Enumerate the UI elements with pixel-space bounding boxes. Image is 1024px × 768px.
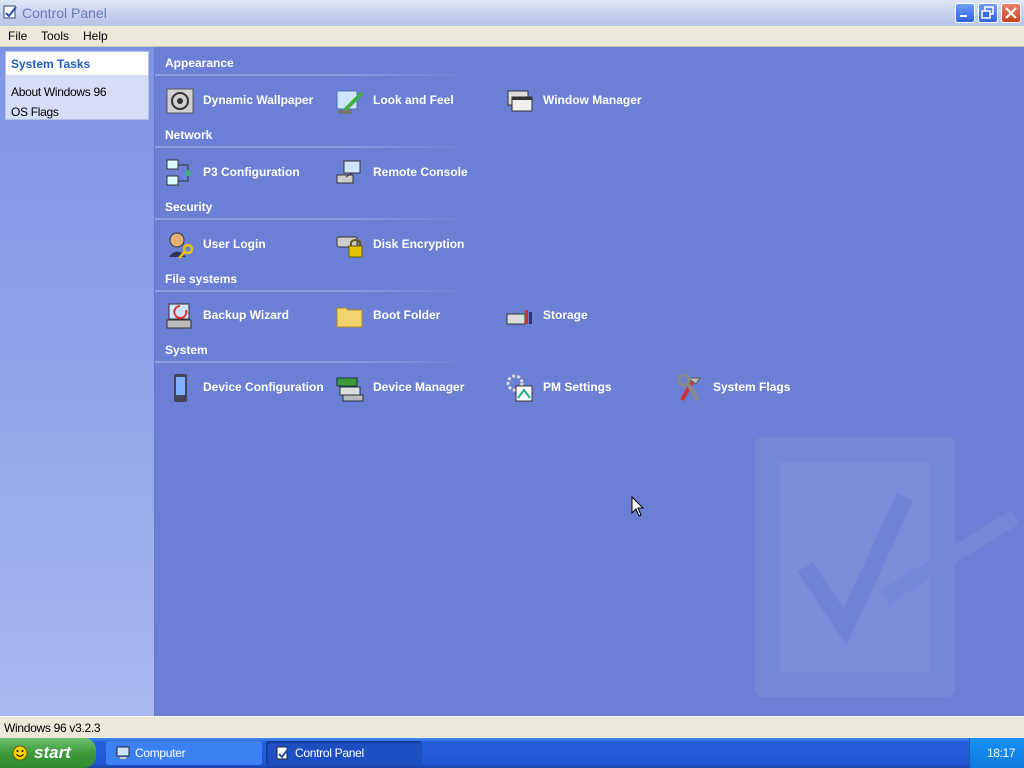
control-panel-icon: [3, 5, 17, 19]
item-label: Dynamic Wallpaper: [203, 93, 314, 107]
menu-file[interactable]: File: [8, 29, 27, 43]
item-label: PM Settings: [543, 380, 612, 394]
section-divider: [155, 290, 470, 292]
taskbar-button-label: Control Panel: [295, 746, 364, 760]
window-title: Control Panel: [22, 5, 107, 21]
start-label: start: [34, 743, 71, 762]
item-storage[interactable]: Storage: [504, 300, 669, 332]
section-divider: [155, 218, 470, 220]
device-manager-icon: [336, 377, 364, 402]
system-tasks-panel: System Tasks About Windows 96 OS Flags: [5, 51, 149, 120]
item-dynamic-wallpaper[interactable]: Dynamic Wallpaper: [164, 85, 329, 117]
taskbar-button-control-panel[interactable]: Control Panel: [266, 741, 422, 765]
item-system-flags[interactable]: System Flags: [674, 372, 839, 404]
menu-tools[interactable]: Tools: [41, 29, 69, 43]
control-panel-content: Appearance Dynamic Wallpaper Look and Fe…: [155, 47, 1024, 716]
item-window-manager[interactable]: Window Manager: [504, 85, 669, 117]
section-network-title: Network: [165, 128, 213, 142]
minimize-icon: [960, 15, 967, 17]
wallpaper-icon: [166, 88, 194, 114]
smiley-logo-icon: [12, 745, 28, 761]
section-divider: [155, 74, 470, 76]
restore-button[interactable]: [978, 3, 998, 23]
item-label: Disk Encryption: [373, 237, 465, 251]
status-text: Windows 96 v3.2.3: [4, 721, 101, 735]
item-label: System Flags: [713, 380, 791, 394]
item-label: P3 Configuration: [203, 165, 300, 179]
section-file-systems-title: File systems: [165, 272, 238, 286]
status-bar: Windows 96 v3.2.3: [0, 716, 1024, 739]
section-divider: [155, 146, 470, 148]
system-tasks-header[interactable]: System Tasks: [6, 52, 148, 75]
item-look-and-feel[interactable]: Look and Feel: [334, 85, 499, 117]
item-label: Device Manager: [373, 380, 465, 394]
taskbar: start Computer Control Panel 18:17: [0, 738, 1024, 768]
item-label: Window Manager: [543, 93, 642, 107]
section-system-title: System: [165, 343, 208, 357]
disk-lock-icon: [336, 236, 363, 258]
control-panel-icon: [276, 746, 289, 760]
item-label: Storage: [543, 308, 588, 322]
item-p3-configuration[interactable]: P3 Configuration: [164, 157, 329, 189]
task-link-os-flags[interactable]: OS Flags: [11, 105, 59, 119]
close-icon: [1005, 7, 1017, 19]
taskbar-button-label: Computer: [135, 746, 186, 760]
tools-icon: [677, 373, 701, 402]
restore-icon: [981, 6, 994, 19]
menu-help[interactable]: Help: [83, 29, 108, 43]
look-and-feel-icon: [336, 90, 364, 114]
task-pane: System Tasks About Windows 96 OS Flags: [0, 47, 155, 716]
section-divider: [155, 361, 470, 363]
title-bar[interactable]: Control Panel: [0, 0, 1024, 27]
system-tasks-heading: System Tasks: [11, 57, 91, 71]
item-label: Backup Wizard: [203, 308, 289, 322]
computer-icon: [116, 746, 130, 759]
item-backup-wizard[interactable]: Backup Wizard: [164, 300, 329, 332]
pm-settings-icon: [506, 374, 533, 402]
item-boot-folder[interactable]: Boot Folder: [334, 300, 499, 332]
mouse-cursor-icon: [631, 496, 645, 517]
task-link-about[interactable]: About Windows 96: [11, 85, 107, 99]
device-phone-icon: [174, 374, 187, 402]
item-label: Device Configuration: [203, 380, 324, 394]
section-appearance-title: Appearance: [165, 56, 234, 70]
minimize-button[interactable]: [955, 3, 975, 23]
item-remote-console[interactable]: Remote Console: [334, 157, 499, 189]
item-user-login[interactable]: User Login: [164, 229, 329, 261]
item-label: Remote Console: [373, 165, 468, 179]
start-button[interactable]: start: [0, 738, 96, 768]
section-security-title: Security: [165, 200, 213, 214]
item-device-configuration[interactable]: Device Configuration: [164, 372, 329, 404]
remote-console-icon: [336, 160, 361, 184]
backup-icon: [166, 303, 192, 329]
storage-icon: [506, 310, 532, 325]
taskbar-button-computer[interactable]: Computer: [106, 741, 262, 765]
clock[interactable]: 18:17: [987, 746, 1015, 760]
window-manager-icon: [507, 90, 533, 112]
item-disk-encryption[interactable]: Disk Encryption: [334, 229, 499, 261]
item-pm-settings[interactable]: PM Settings: [504, 372, 669, 404]
system-tray: 18:17: [969, 738, 1024, 768]
network-computers-icon: [166, 159, 191, 186]
item-device-manager[interactable]: Device Manager: [334, 372, 499, 404]
item-label: User Login: [203, 237, 266, 251]
item-label: Boot Folder: [373, 308, 441, 322]
close-button[interactable]: [1001, 3, 1021, 23]
item-label: Look and Feel: [373, 93, 454, 107]
user-key-icon: [169, 232, 194, 259]
menu-bar: File Tools Help: [0, 26, 1024, 47]
folder-icon: [336, 307, 363, 328]
control-panel-watermark-icon: [755, 437, 1020, 697]
